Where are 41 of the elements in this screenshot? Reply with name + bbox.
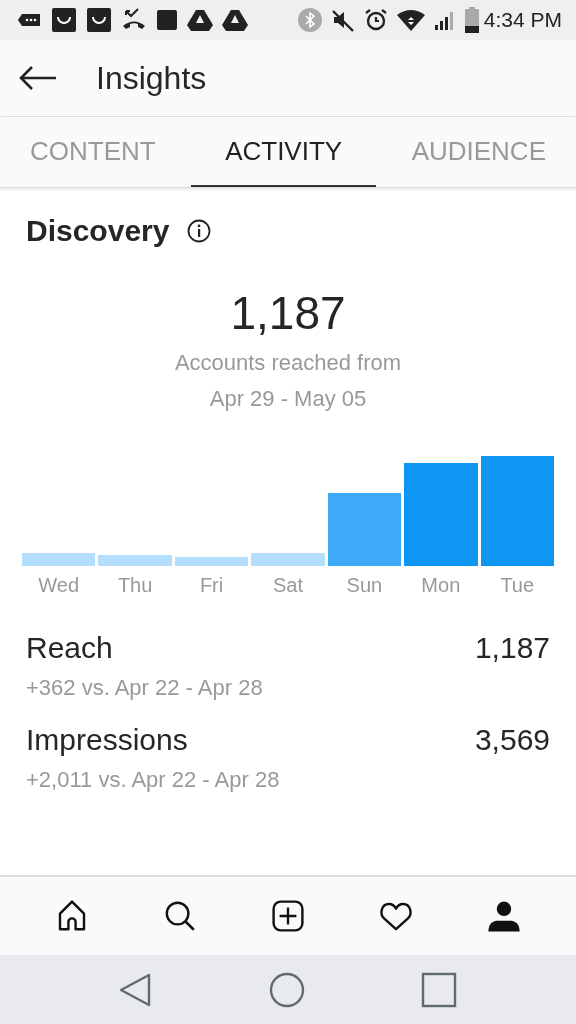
tab[interactable]: ACTIVITY: [191, 117, 377, 187]
page-title: Insights: [96, 59, 207, 97]
back-triangle-icon[interactable]: [119, 972, 153, 1007]
muted-speaker-icon: [330, 8, 355, 32]
day-label: Tue: [500, 574, 535, 596]
status-time: 4:34 PM: [483, 8, 562, 32]
metric-change: +2,011 vs. Apr 22 - Apr 28: [26, 767, 281, 793]
section-title: Discovery: [26, 214, 170, 248]
bluetooth-icon: [297, 8, 322, 32]
metric-value: 1,187: [474, 631, 550, 665]
alarm-clock-icon: [363, 8, 388, 32]
date-range: Apr 29 - May 05: [208, 386, 368, 412]
square-icon: [156, 9, 178, 31]
day-label: Fri: [199, 574, 224, 596]
reach-caption: Accounts reached from: [173, 350, 403, 376]
wifi-icon: [396, 9, 425, 31]
day-label: Mon: [421, 574, 461, 596]
day-label: Sat: [272, 574, 303, 596]
missed-call-icon: [121, 8, 147, 32]
add-post-icon[interactable]: [270, 898, 306, 934]
reach-total: 1,187: [229, 286, 347, 340]
battery-icon: [464, 7, 479, 33]
home-circle-icon[interactable]: [269, 971, 305, 1008]
signal-icon: [433, 9, 456, 31]
back-button[interactable]: [18, 66, 58, 90]
shopping-bag-icon: [86, 7, 112, 33]
metric-name: Reach: [26, 631, 113, 665]
recents-square-icon[interactable]: [421, 971, 457, 1008]
day-label: Sun: [346, 574, 383, 596]
metric-value: 3,569: [474, 723, 550, 757]
shopping-bag-icon: [51, 7, 77, 33]
info-icon[interactable]: [187, 219, 212, 243]
tab[interactable]: CONTENT: [14, 117, 172, 187]
back-arrow-icon: [18, 66, 58, 90]
metric-change: +362 vs. Apr 22 - Apr 28: [26, 675, 264, 701]
metric-name: Impressions: [26, 723, 188, 757]
day-label: Thu: [117, 574, 153, 596]
day-label: Wed: [38, 574, 80, 596]
tab[interactable]: AUDIENCE: [395, 117, 562, 187]
drive-icon: [222, 9, 248, 31]
drive-icon: [187, 9, 213, 31]
